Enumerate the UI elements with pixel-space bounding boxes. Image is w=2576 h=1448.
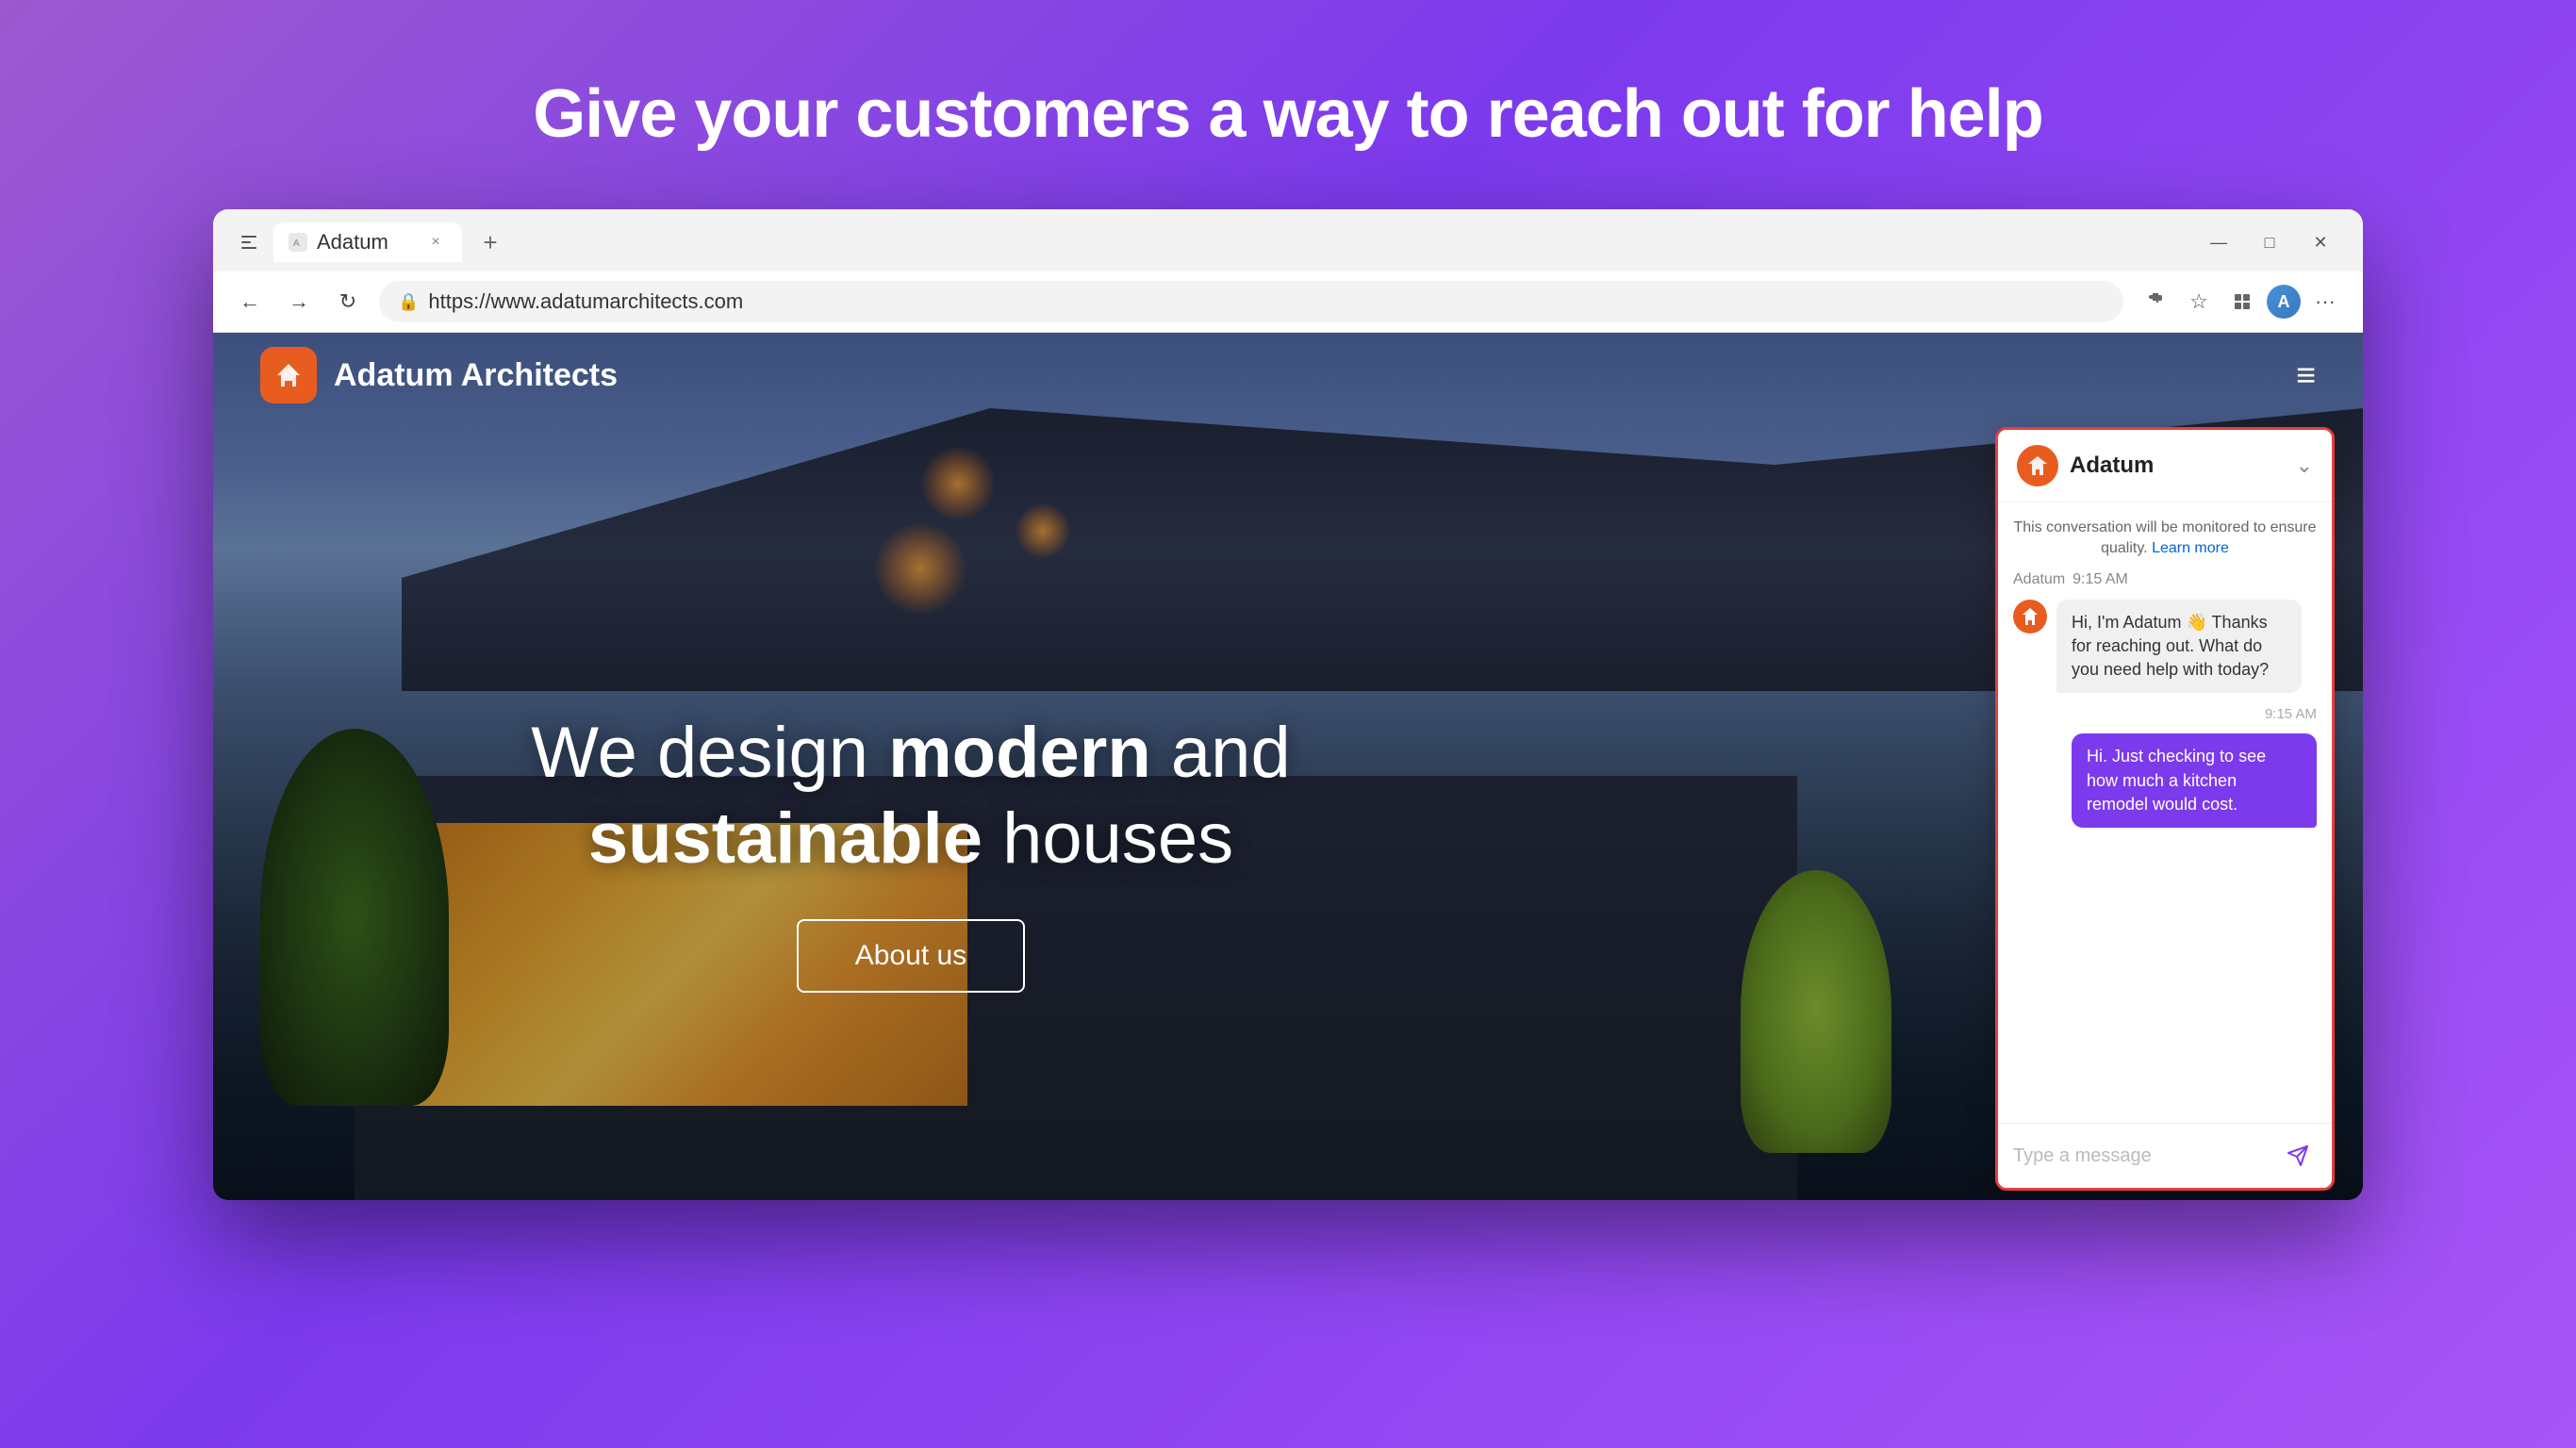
send-button[interactable]	[2279, 1137, 2317, 1175]
close-button[interactable]: ✕	[2297, 226, 2344, 258]
address-bar: ← → ↻ 🔒 https://www.adatumarchitects.com…	[213, 272, 2363, 333]
chat-title: Adatum	[2070, 452, 2285, 479]
bot-message-time: 9:15 AM	[2013, 706, 2317, 722]
light-2	[1015, 502, 1071, 559]
hero-text-3: houses	[983, 798, 1233, 879]
url-text: https://www.adatumarchitects.com	[428, 289, 2105, 314]
new-tab-button[interactable]: +	[473, 225, 507, 259]
browser-chrome: A Adatum × + — □ ✕	[213, 209, 2363, 262]
chat-minimize-button[interactable]: ⌄	[2296, 453, 2313, 478]
bot-message-bubble: Hi, I'm Adatum 👋 Thanks for reaching out…	[2056, 600, 2302, 694]
chat-header: Adatum ⌄	[1998, 430, 2332, 502]
hero-bold-2: sustainable	[588, 798, 983, 879]
forward-button[interactable]: →	[281, 284, 317, 320]
back-button[interactable]: ←	[232, 284, 268, 320]
svg-text:A: A	[293, 239, 300, 249]
chat-footer[interactable]: Type a message	[1998, 1123, 2332, 1188]
chat-logo-icon	[2017, 445, 2058, 486]
website-content: Adatum Architects ≡ We design modern and…	[213, 333, 2363, 1200]
tree-right	[1741, 870, 1891, 1153]
user-message-row: Hi. Just checking to see how much a kitc…	[2013, 733, 2317, 828]
bot-avatar	[2013, 600, 2047, 634]
minimize-button[interactable]: —	[2195, 226, 2242, 258]
chat-input[interactable]: Type a message	[2013, 1145, 2270, 1167]
browser-tab[interactable]: A Adatum ×	[273, 222, 462, 262]
bot-message-row: Hi, I'm Adatum 👋 Thanks for reaching out…	[2013, 600, 2317, 694]
hero-text-1: We design	[531, 713, 888, 793]
hero-section: We design modern and sustainable houses …	[213, 710, 1609, 993]
site-logo-text: Adatum Architects	[334, 357, 618, 394]
light-1	[920, 446, 996, 521]
light-3	[873, 521, 967, 616]
hero-heading: We design modern and sustainable houses	[213, 710, 1609, 881]
browser-window: A Adatum × + — □ ✕ ←	[213, 209, 2363, 1200]
extensions-button[interactable]	[2137, 283, 2174, 321]
sidebar-toggle-button[interactable]	[232, 225, 266, 259]
url-field[interactable]: 🔒 https://www.adatumarchitects.com	[379, 281, 2123, 322]
chat-sender-time: 9:15 AM	[2072, 571, 2128, 588]
monitor-notice: This conversation will be monitored to e…	[2013, 518, 2317, 560]
favorites-button[interactable]: ☆	[2180, 283, 2218, 321]
hero-bold-1: modern	[888, 713, 1151, 793]
tab-close-button[interactable]: ×	[424, 231, 447, 254]
user-message-bubble: Hi. Just checking to see how much a kitc…	[2072, 733, 2317, 828]
collections-button[interactable]	[2223, 283, 2261, 321]
lock-icon: 🔒	[398, 292, 419, 312]
browser-titlebar: A Adatum × + — □ ✕	[232, 222, 2344, 262]
tab-favicon: A	[289, 233, 307, 252]
chat-body: This conversation will be monitored to e…	[1998, 502, 2332, 1123]
site-logo-icon	[260, 347, 317, 403]
chat-sender-name: Adatum	[2013, 571, 2065, 588]
refresh-button[interactable]: ↻	[330, 284, 366, 320]
window-controls: — □ ✕	[2195, 226, 2344, 258]
learn-more-link[interactable]: Learn more	[2152, 540, 2229, 556]
profile-avatar[interactable]: A	[2267, 285, 2301, 319]
page-headline: Give your customers a way to reach out f…	[533, 75, 2042, 153]
maximize-button[interactable]: □	[2246, 226, 2293, 258]
toolbar-right: ☆ A ···	[2137, 283, 2344, 321]
site-logo: Adatum Architects	[260, 347, 618, 403]
chat-widget: Adatum ⌄ This conversation will be monit…	[1995, 427, 2335, 1191]
tab-title: Adatum	[317, 230, 415, 255]
settings-button[interactable]: ···	[2306, 283, 2344, 321]
hamburger-menu-icon[interactable]: ≡	[2296, 355, 2316, 395]
chat-sender-info: Adatum 9:15 AM	[2013, 571, 2317, 588]
site-navbar: Adatum Architects ≡	[213, 333, 2363, 418]
hero-text-2: and	[1151, 713, 1291, 793]
about-us-button[interactable]: About us	[797, 919, 1025, 993]
